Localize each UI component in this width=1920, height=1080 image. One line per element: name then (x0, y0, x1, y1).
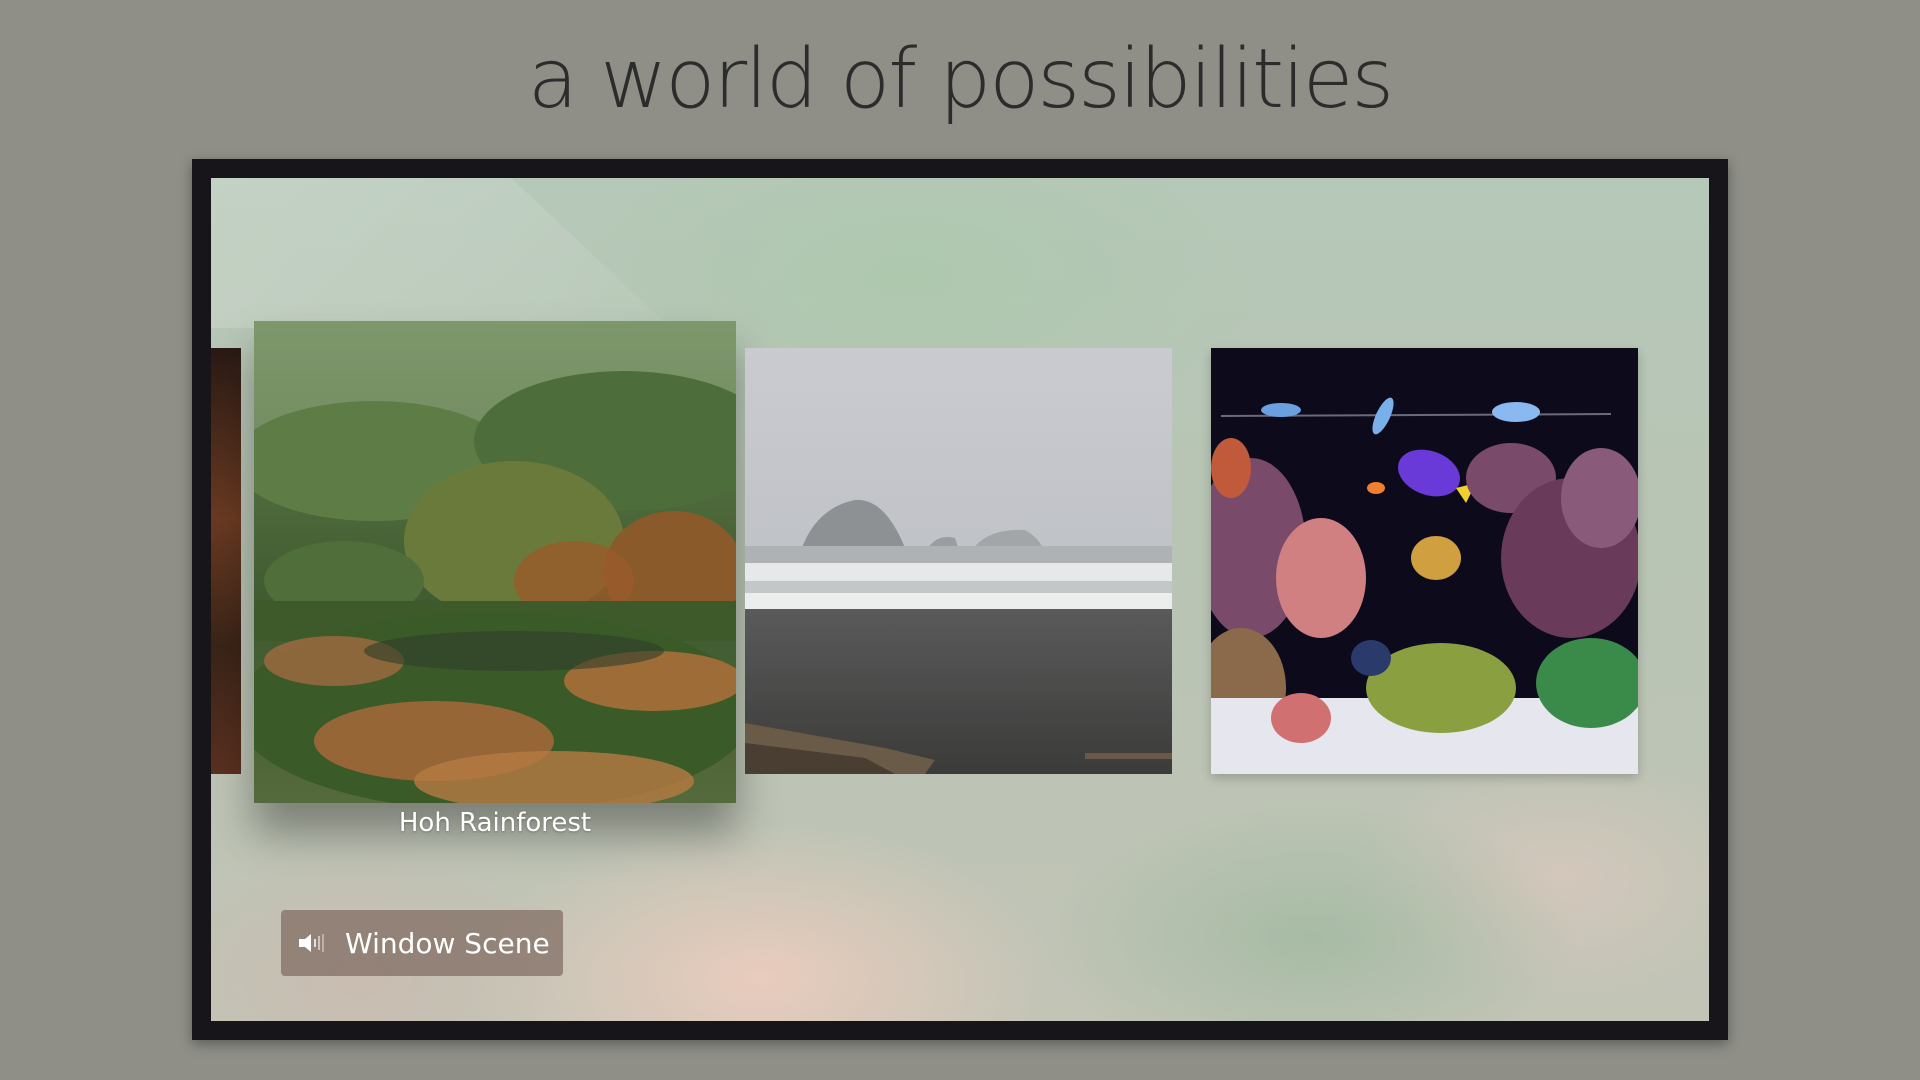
tv-frame: Hoh Rainforest Window Scene (192, 159, 1728, 1040)
beach-thumbnail (745, 348, 1172, 774)
reef-thumbnail (1211, 348, 1638, 774)
now-playing-button[interactable]: Window Scene (281, 910, 563, 976)
tile-previous-partial[interactable] (211, 348, 241, 774)
tile-caption: Hoh Rainforest (398, 808, 592, 838)
tv-screen: Hoh Rainforest Window Scene (211, 178, 1709, 1021)
tile-coral-reef[interactable] (1211, 348, 1638, 774)
tile-hoh-rainforest[interactable] (254, 321, 736, 803)
page-headline: a world of possibilities (527, 32, 1394, 127)
forest-thumbnail (254, 321, 736, 803)
speaker-icon (299, 934, 324, 952)
now-playing-label: Window Scene (345, 926, 550, 960)
tile-misty-beach[interactable] (745, 348, 1172, 774)
screen-glare (211, 178, 671, 328)
